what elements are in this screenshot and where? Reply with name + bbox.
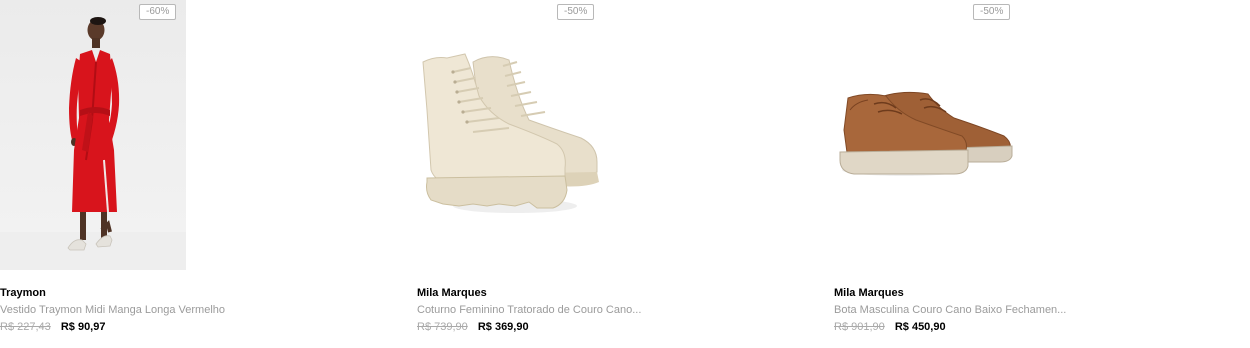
product-image[interactable]: -60% (0, 0, 400, 280)
original-price: R$ 227,43 (0, 321, 51, 333)
sale-price: R$ 369,90 (477, 321, 529, 333)
discount-badge: -60% (139, 4, 177, 20)
product-card[interactable]: -50% Mila Marques Bota Masculina Couro C… (834, 0, 1234, 348)
product-prices: R$ 227,43 R$ 90,97 (0, 321, 105, 333)
product-brand[interactable]: Mila Marques (417, 287, 487, 299)
product-card[interactable]: -50% Mila Marques Coturno Feminino Trato… (417, 0, 817, 348)
product-name[interactable]: Vestido Traymon Midi Manga Longa Vermelh… (0, 304, 225, 316)
product-card[interactable]: -60% Traymon Vestido Traymon Midi Manga … (0, 0, 400, 348)
cream-boots-image (422, 53, 599, 213)
product-grid: -60% Traymon Vestido Traymon Midi Manga … (0, 0, 1250, 348)
original-price: R$ 901,90 (834, 321, 885, 333)
product-name[interactable]: Bota Masculina Couro Cano Baixo Fechamen… (834, 304, 1066, 316)
product-prices: R$ 739,90 R$ 369,90 (417, 321, 529, 333)
sale-price: R$ 450,90 (894, 321, 946, 333)
discount-badge: -50% (557, 4, 595, 20)
product-brand[interactable]: Traymon (0, 287, 46, 299)
discount-badge: -50% (973, 4, 1011, 20)
product-name[interactable]: Coturno Feminino Tratorado de Couro Cano… (417, 304, 641, 316)
product-image[interactable]: -50% (417, 0, 817, 280)
product-prices: R$ 901,90 R$ 450,90 (834, 321, 946, 333)
original-price: R$ 739,90 (417, 321, 468, 333)
sale-price: R$ 90,97 (60, 321, 106, 333)
brown-shoes-image (839, 91, 1013, 176)
product-brand[interactable]: Mila Marques (834, 287, 904, 299)
red-dress-image (0, 0, 186, 270)
product-image[interactable]: -50% (834, 0, 1234, 280)
